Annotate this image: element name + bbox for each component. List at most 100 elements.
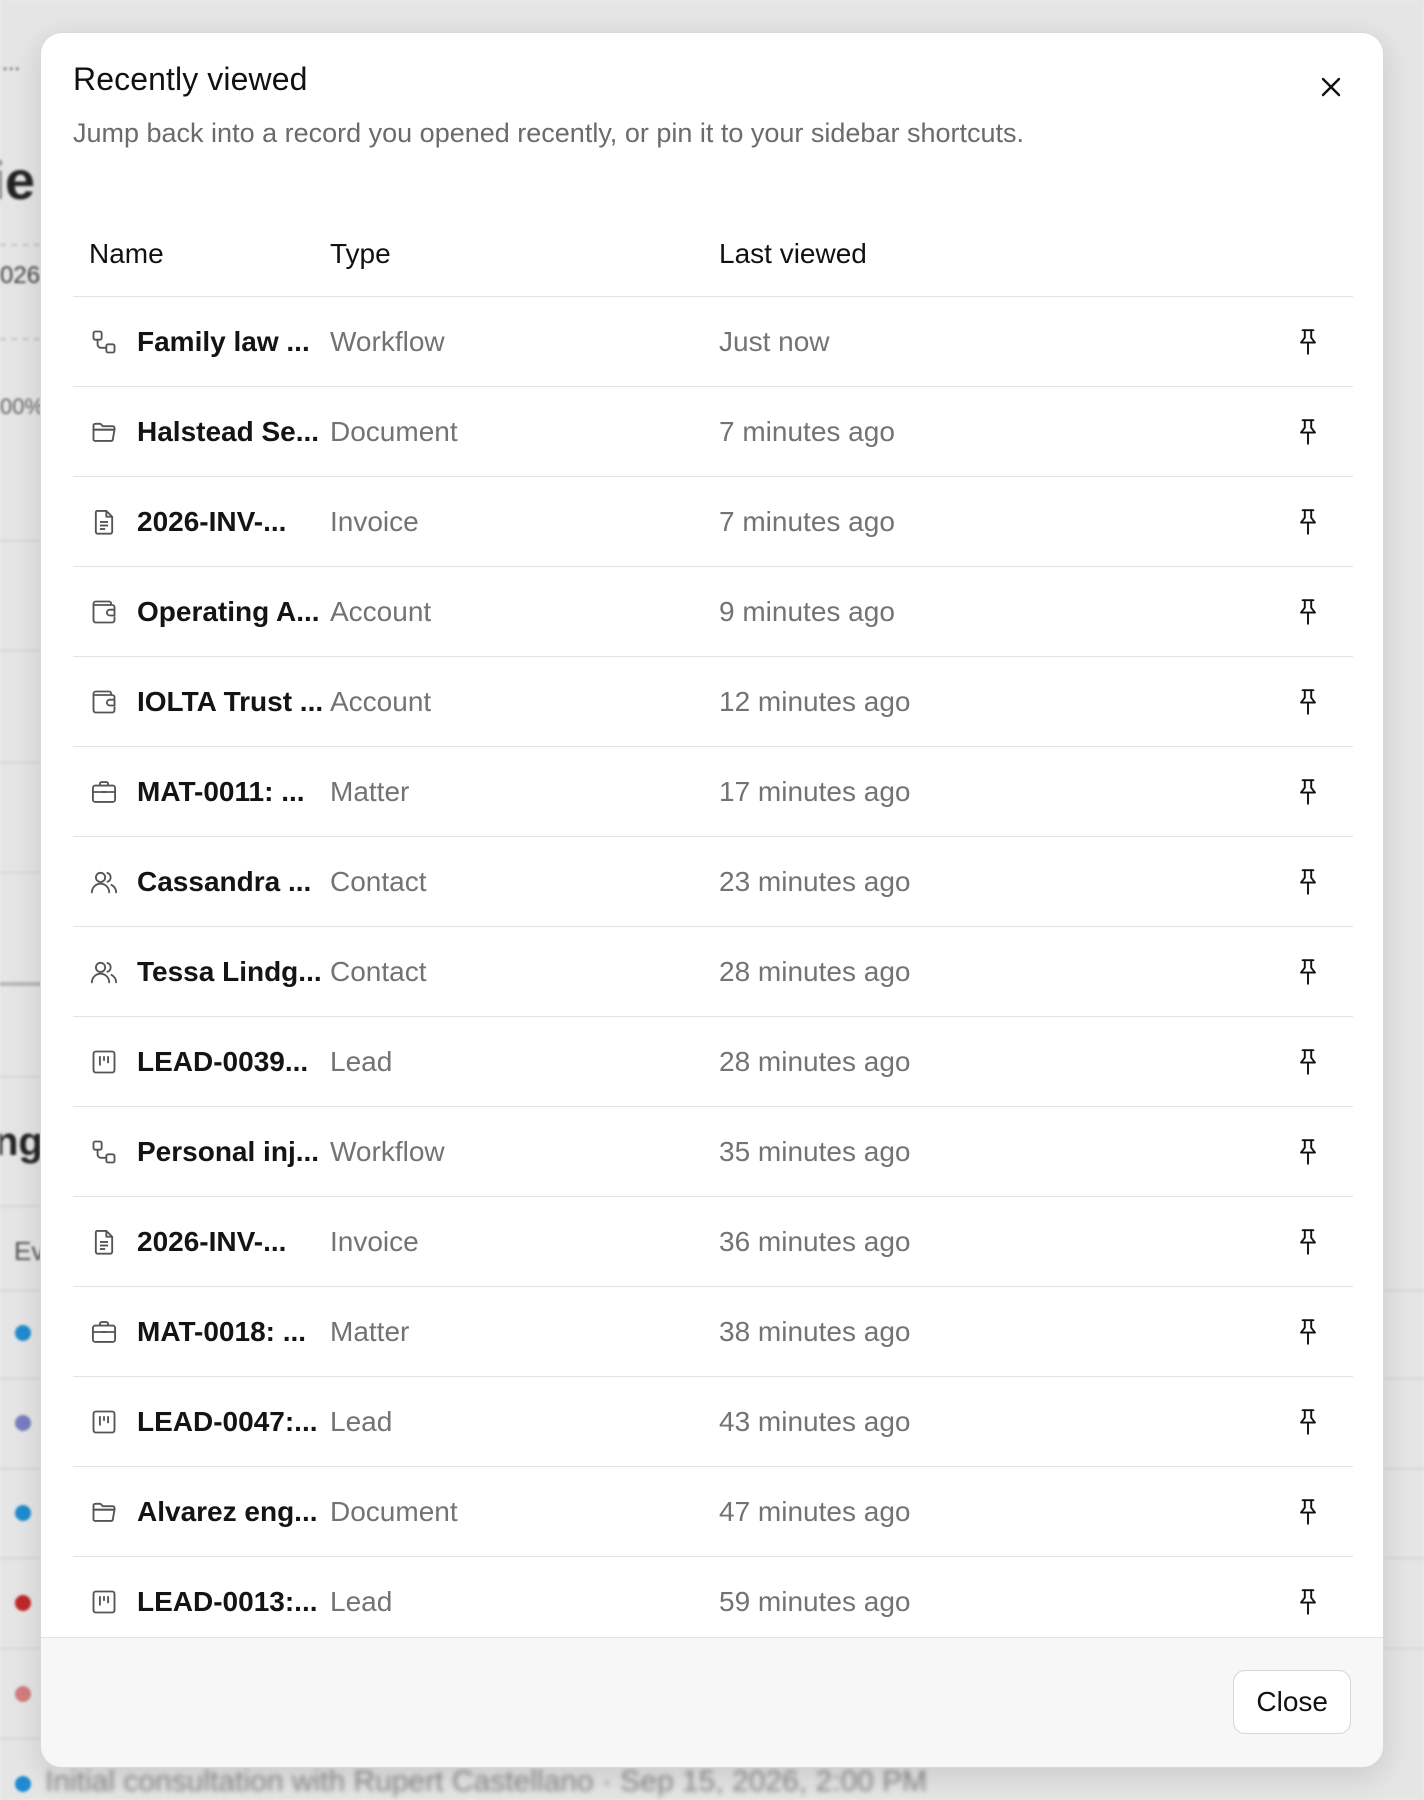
dialog-subtitle: Jump back into a record you opened recen… xyxy=(73,118,1024,148)
row-name-cell: Operating A... xyxy=(73,596,330,628)
table-row[interactable]: LEAD-0039... Lead 28 minutes ago xyxy=(73,1017,1353,1107)
row-name-cell: LEAD-0047:... xyxy=(73,1406,330,1438)
pin-icon[interactable] xyxy=(1288,592,1328,632)
pin-icon[interactable] xyxy=(1288,862,1328,902)
row-name-cell: Alvarez eng... xyxy=(73,1496,330,1528)
record-type: Lead xyxy=(330,1045,393,1077)
record-type: Workflow xyxy=(330,1135,445,1167)
record-type: Matter xyxy=(330,775,410,807)
pin-icon[interactable] xyxy=(1288,1402,1328,1442)
table-row[interactable]: MAT-0011: ... Matter 17 minutes ago xyxy=(73,747,1353,837)
kanban-icon xyxy=(89,1047,119,1077)
record-type: Workflow xyxy=(330,325,445,357)
contacts-icon xyxy=(89,867,119,897)
table-row[interactable]: LEAD-0013:... Lead 59 minutes ago xyxy=(73,1557,1353,1647)
table-row[interactable]: Cassandra ... Contact 23 minutes ago xyxy=(73,837,1353,927)
kanban-icon xyxy=(89,1407,119,1437)
record-name[interactable]: Tessa Lindg... xyxy=(137,956,322,988)
table-row[interactable]: IOLTA Trust ... Account 12 minutes ago xyxy=(73,657,1353,747)
record-last-viewed: 23 minutes ago xyxy=(719,865,911,897)
record-name[interactable]: LEAD-0047:... xyxy=(137,1406,318,1438)
record-name[interactable]: LEAD-0013:... xyxy=(137,1586,318,1618)
table-header: Name Type Last viewed xyxy=(73,211,1353,297)
pin-icon[interactable] xyxy=(1288,502,1328,542)
record-type: Contact xyxy=(330,955,427,987)
table-row[interactable]: LEAD-0047:... Lead 43 minutes ago xyxy=(73,1377,1353,1467)
record-name[interactable]: MAT-0018: ... xyxy=(137,1316,306,1348)
table-row[interactable]: MAT-0018: ... Matter 38 minutes ago xyxy=(73,1287,1353,1377)
record-type: Lead xyxy=(330,1585,393,1617)
record-name[interactable]: LEAD-0039... xyxy=(137,1046,308,1078)
row-name-cell: Family law ... xyxy=(73,326,330,358)
record-last-viewed: 47 minutes ago xyxy=(719,1495,911,1527)
table-row[interactable]: Halstead Se... Document 7 minutes ago xyxy=(73,387,1353,477)
record-type: Contact xyxy=(330,865,427,897)
pin-icon[interactable] xyxy=(1288,1492,1328,1532)
folder-icon xyxy=(89,1497,119,1527)
recently-viewed-dialog: Recently viewed Jump back into a record … xyxy=(40,32,1384,1768)
record-name[interactable]: Operating A... xyxy=(137,596,320,628)
dialog-footer: Close xyxy=(41,1637,1383,1767)
record-name[interactable]: Halstead Se... xyxy=(137,416,319,448)
table-row[interactable]: 2026-INV-... Invoice 36 minutes ago xyxy=(73,1197,1353,1287)
row-name-cell: MAT-0011: ... xyxy=(73,776,330,808)
row-name-cell: 2026-INV-... xyxy=(73,506,330,538)
pin-icon[interactable] xyxy=(1288,412,1328,452)
kanban-icon xyxy=(89,1587,119,1617)
record-name[interactable]: 2026-INV-... xyxy=(137,506,286,538)
column-header-last-viewed: Last viewed xyxy=(719,237,867,269)
table-row[interactable]: Operating A... Account 9 minutes ago xyxy=(73,567,1353,657)
folder-icon xyxy=(89,417,119,447)
table-row[interactable]: Tessa Lindg... Contact 28 minutes ago xyxy=(73,927,1353,1017)
table-row[interactable]: Personal inj... Workflow 35 minutes ago xyxy=(73,1107,1353,1197)
table-row[interactable]: 2026-INV-... Invoice 7 minutes ago xyxy=(73,477,1353,567)
record-type: Lead xyxy=(330,1405,393,1437)
row-name-cell: LEAD-0013:... xyxy=(73,1586,330,1618)
row-name-cell: 2026-INV-... xyxy=(73,1226,330,1258)
record-last-viewed: 35 minutes ago xyxy=(719,1135,911,1167)
record-name[interactable]: Family law ... xyxy=(137,326,310,358)
row-name-cell: MAT-0018: ... xyxy=(73,1316,330,1348)
record-last-viewed: 28 minutes ago xyxy=(719,1045,911,1077)
pin-icon[interactable] xyxy=(1288,322,1328,362)
workflow-icon xyxy=(89,327,119,357)
record-last-viewed: 59 minutes ago xyxy=(719,1585,911,1617)
record-name[interactable]: Cassandra ... xyxy=(137,866,311,898)
dialog-title: Recently viewed xyxy=(73,61,308,97)
wallet-icon xyxy=(89,687,119,717)
table-row[interactable]: Family law ... Workflow Just now xyxy=(73,297,1353,387)
row-name-cell: Personal inj... xyxy=(73,1136,330,1168)
record-name[interactable]: Personal inj... xyxy=(137,1136,319,1168)
contacts-icon xyxy=(89,957,119,987)
record-type: Matter xyxy=(330,1315,410,1347)
pin-icon[interactable] xyxy=(1288,1042,1328,1082)
record-last-viewed: 28 minutes ago xyxy=(719,955,911,987)
close-button[interactable]: Close xyxy=(1233,1670,1351,1734)
record-last-viewed: Just now xyxy=(719,325,830,357)
pin-icon[interactable] xyxy=(1288,1132,1328,1172)
row-name-cell: Tessa Lindg... xyxy=(73,956,330,988)
invoice-icon xyxy=(89,1227,119,1257)
record-name[interactable]: IOLTA Trust ... xyxy=(137,686,323,718)
record-type: Document xyxy=(330,415,458,447)
workflow-icon xyxy=(89,1137,119,1167)
column-header-name: Name xyxy=(89,237,164,269)
record-last-viewed: 7 minutes ago xyxy=(719,505,895,537)
pin-icon[interactable] xyxy=(1288,682,1328,722)
close-icon[interactable] xyxy=(1309,65,1353,109)
table-row[interactable]: Alvarez eng... Document 47 minutes ago xyxy=(73,1467,1353,1557)
pin-icon[interactable] xyxy=(1288,1582,1328,1622)
record-name[interactable]: MAT-0011: ... xyxy=(137,776,305,808)
pin-icon[interactable] xyxy=(1288,1222,1328,1262)
pin-icon[interactable] xyxy=(1288,772,1328,812)
briefcase-icon xyxy=(89,777,119,807)
row-name-cell: Cassandra ... xyxy=(73,866,330,898)
invoice-icon xyxy=(89,507,119,537)
record-type: Account xyxy=(330,595,432,627)
pin-icon[interactable] xyxy=(1288,1312,1328,1352)
pin-icon[interactable] xyxy=(1288,952,1328,992)
record-name[interactable]: 2026-INV-... xyxy=(137,1226,286,1258)
record-name[interactable]: Alvarez eng... xyxy=(137,1496,318,1528)
record-type: Invoice xyxy=(330,1225,419,1257)
record-last-viewed: 43 minutes ago xyxy=(719,1405,911,1437)
